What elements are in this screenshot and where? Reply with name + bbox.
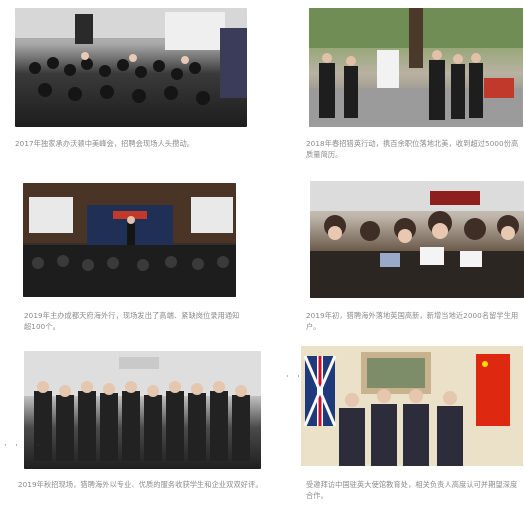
photo-group xyxy=(24,351,261,469)
caption-2019-autumn: 2019年秋招现场，猎聘海外以专业、优质的服务收获学生和企业双双好评。 xyxy=(18,480,263,489)
flags-meeting-illustration xyxy=(301,346,523,466)
photo-flags-meeting xyxy=(301,346,523,466)
caption-embassy-visit: 受邀拜访中国驻英大使馆教育处，相关负责人高度认可并期望深度合作。 xyxy=(306,480,518,500)
photo-recruitment-crowd xyxy=(310,181,524,298)
caption-2018-spring: 2018年春招猎英行动，携百余职位落地北美，收到超过5000份高质量简历。 xyxy=(306,139,519,159)
group-photo-illustration xyxy=(24,351,261,461)
photo-stage-talk xyxy=(23,183,236,297)
recruitment-crowd-illustration xyxy=(310,181,524,298)
uk-flag xyxy=(303,355,337,427)
outdoor-fair-illustration xyxy=(309,8,523,127)
photo-outdoor-job-fair xyxy=(309,8,523,127)
crowd-hall-illustration xyxy=(15,8,247,105)
photo-crowd-hall xyxy=(15,8,247,127)
caption-2019-chengdu: 2019年主办成都天府海外行，现场发出了高端、紧缺岗位录用通知超100个。 xyxy=(24,311,240,331)
decorative-dots-left: · · · · xyxy=(4,441,43,450)
caption-2017-summit: 2017年独家承办沃顿中美峰会，招聘会现场人头攒动。 xyxy=(15,139,195,148)
stage-talk-illustration xyxy=(23,183,236,297)
caption-2019-uk: 2019年初，猎聘海外落地英国高新，新增当地近2000名留学生用户。 xyxy=(306,311,519,331)
decorative-dots-mid: · · · xyxy=(286,372,314,381)
china-flag xyxy=(476,354,510,426)
